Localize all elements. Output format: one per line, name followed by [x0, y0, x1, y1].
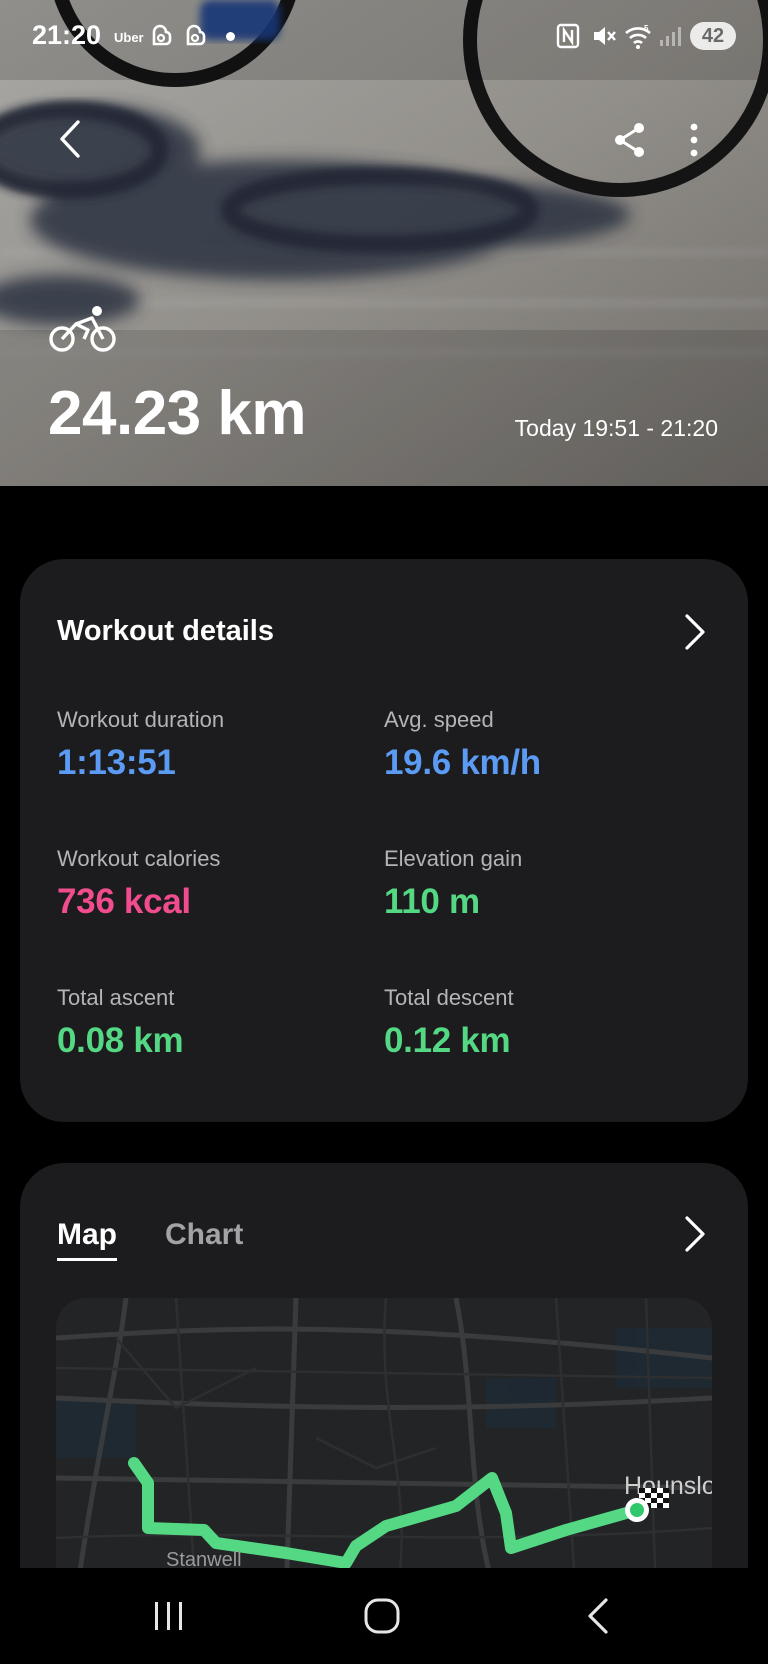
stat-label: Avg. speed — [384, 707, 494, 732]
home-button[interactable] — [352, 1588, 412, 1644]
workout-distance: 24.23 km — [48, 379, 307, 448]
back-button[interactable] — [54, 118, 88, 160]
app-notification-icon — [186, 24, 206, 46]
workout-time-range: Today 19:51 - 21:20 — [514, 415, 718, 441]
map-canvas: Hounslow Stanwell — [56, 1298, 712, 1598]
system-nav-bar — [0, 1568, 768, 1664]
share-button[interactable] — [612, 121, 648, 159]
stat-total-ascent: Total ascent 0.08 km — [57, 985, 184, 1061]
status-bar: 21:20 Uber 5 42 — [0, 0, 768, 72]
chevron-right-icon[interactable] — [682, 1214, 708, 1254]
tab-map[interactable]: Map — [57, 1218, 117, 1261]
cycling-icon — [49, 306, 116, 352]
svg-text:5: 5 — [644, 24, 649, 33]
tab-chart[interactable]: Chart — [165, 1218, 243, 1258]
stat-workout-calories: Workout calories 736 kcal — [57, 846, 220, 922]
status-time: 21:20 — [32, 20, 102, 50]
back-nav-button[interactable] — [570, 1588, 630, 1644]
stat-workout-duration: Workout duration 1:13:51 — [57, 707, 224, 783]
route-map[interactable]: Hounslow Stanwell — [56, 1298, 712, 1598]
notification-dot-icon — [226, 32, 235, 41]
stat-value: 1:13:51 — [57, 743, 176, 782]
more-options-button[interactable] — [684, 121, 704, 159]
stat-label: Total descent — [384, 985, 514, 1010]
stat-value: 0.12 km — [384, 1021, 511, 1060]
app-notification-icon — [152, 24, 172, 46]
battery-indicator: 42 — [690, 22, 736, 50]
stat-label: Total ascent — [57, 985, 175, 1010]
card-title: Workout details — [57, 615, 274, 647]
stat-value: 0.08 km — [57, 1021, 184, 1060]
stat-elevation-gain: Elevation gain 110 m — [384, 846, 522, 922]
stat-total-descent: Total descent 0.12 km — [384, 985, 514, 1061]
chevron-right-icon[interactable] — [682, 612, 708, 652]
signal-icon — [660, 27, 681, 46]
uber-notification-icon: Uber — [114, 30, 144, 45]
workout-details-card[interactable]: Workout details Workout duration 1:13:51… — [20, 559, 748, 1122]
wifi-icon: 5 — [625, 24, 651, 49]
stat-label: Workout duration — [57, 707, 225, 732]
hero-banner: 21:20 Uber 5 42 24.23 km Today 19:51 - 2… — [0, 0, 768, 486]
stat-avg-speed: Avg. speed 19.6 km/h — [384, 707, 541, 783]
stat-value: 110 m — [384, 882, 480, 921]
stat-label: Workout calories — [57, 846, 221, 871]
stat-value: 736 kcal — [57, 882, 191, 921]
recent-apps-button[interactable] — [138, 1588, 198, 1644]
nfc-icon — [556, 23, 580, 49]
stat-label: Elevation gain — [384, 846, 523, 871]
mute-icon — [594, 27, 616, 45]
stat-value: 19.6 km/h — [384, 743, 541, 782]
